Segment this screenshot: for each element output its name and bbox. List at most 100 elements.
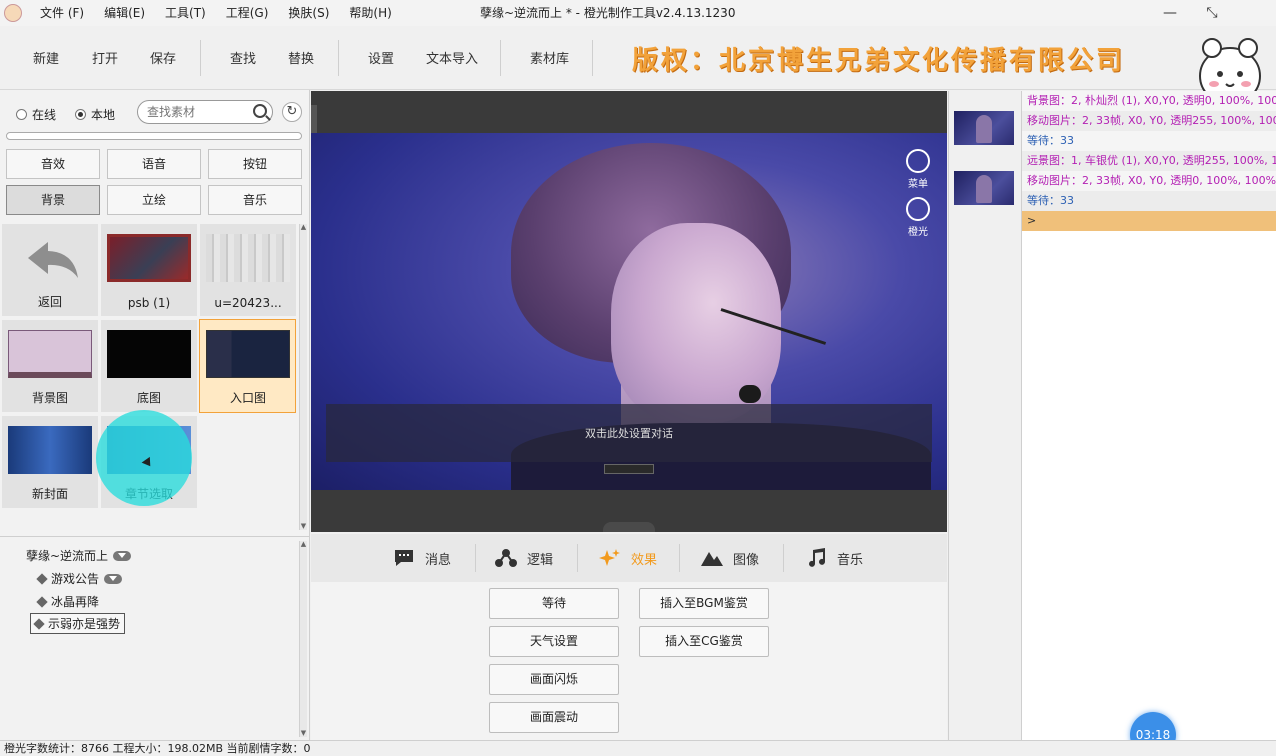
asset-thumb[interactable]: 底图: [101, 320, 197, 412]
eye-icon[interactable]: [604, 464, 654, 474]
collapse-icon[interactable]: [113, 550, 132, 561]
find-button[interactable]: 查找: [230, 48, 256, 67]
new-button[interactable]: 新建: [33, 48, 59, 67]
script-line[interactable]: 远景图：1, 车银优 (1), X0,Y0, 透明255, 100%, 100%: [1022, 151, 1276, 171]
thumb-image: [107, 234, 191, 282]
category-button[interactable]: 按钮: [208, 149, 302, 179]
command-tabs: 消息 逻辑 效果 图像 音乐: [311, 534, 947, 582]
status-bar: 橙光字数统计：8766 工程大小：198.02MB 当前剧情字数：0: [0, 740, 1276, 756]
stage-brand-button[interactable]: 橙光: [903, 197, 933, 238]
preview-stage[interactable]: 菜单 橙光 双击此处设置对话: [311, 91, 947, 532]
asset-thumb[interactable]: u=20423...: [200, 224, 296, 316]
local-radio-label: 本地: [91, 108, 116, 122]
menu-skin[interactable]: 换肤(S): [278, 0, 339, 26]
local-radio[interactable]: 本地: [75, 106, 115, 123]
asset-library-button[interactable]: 素材库: [530, 48, 569, 67]
scroll-down-icon[interactable]: ▼: [300, 730, 307, 737]
size-slider[interactable]: [6, 132, 302, 140]
scroll-up-icon[interactable]: ▲: [300, 224, 307, 231]
asset-scrollbar[interactable]: ▲ ▼: [299, 224, 307, 530]
category-portrait[interactable]: 立绘: [107, 185, 201, 215]
online-radio-label: 在线: [32, 108, 57, 122]
script-thumb[interactable]: [954, 111, 1014, 145]
replace-button[interactable]: 替换: [288, 48, 314, 67]
thumb-image: [107, 330, 191, 378]
menu-file[interactable]: 文件 (F): [30, 0, 94, 26]
asset-search: [137, 100, 273, 124]
scroll-down-icon[interactable]: ▼: [300, 523, 307, 530]
asset-thumb[interactable]: 新封面: [2, 416, 98, 508]
asset-thumb-selected[interactable]: 入口图: [199, 319, 296, 413]
thumb-label: 背景图: [31, 391, 68, 405]
stage-menu-button[interactable]: 菜单: [903, 149, 933, 190]
stage-brand-label: 橙光: [908, 227, 928, 238]
script-line[interactable]: 等待：33: [1022, 131, 1276, 151]
script-line[interactable]: 移动图片：2, 33帧, X0, Y0, 透明255, 100%, 100%: [1022, 111, 1276, 131]
thumb-image: [206, 234, 290, 282]
thumb-image: [8, 426, 92, 474]
weather-settings-button[interactable]: 天气设置: [489, 626, 619, 657]
tab-image[interactable]: 图像: [701, 548, 759, 568]
asset-thumb[interactable]: 背景图: [2, 320, 98, 412]
tab-divider: [475, 544, 476, 572]
message-icon: [395, 550, 413, 566]
tab-label: 消息: [425, 552, 452, 568]
menu-project[interactable]: 工程(G): [216, 0, 279, 26]
tree-item-selected[interactable]: 示弱亦是强势: [30, 613, 126, 634]
tab-divider: [783, 544, 784, 572]
script-line[interactable]: 背景图：2, 朴灿烈 (1), X0,Y0, 透明0, 100%, 100%: [1022, 91, 1276, 111]
wait-button[interactable]: 等待: [489, 588, 619, 619]
scroll-up-icon[interactable]: ▲: [300, 541, 307, 548]
category-music[interactable]: 音乐: [208, 185, 302, 215]
insert-bgm-gallery-button[interactable]: 插入至BGM鉴赏: [639, 588, 769, 619]
insert-cg-gallery-button[interactable]: 插入至CG鉴赏: [639, 626, 769, 657]
asset-thumb-back[interactable]: 返回: [2, 224, 98, 316]
tab-effect[interactable]: 效果: [599, 548, 657, 568]
fullscreen-icon[interactable]: ⤡: [1192, 0, 1232, 26]
text-import-button[interactable]: 文本导入: [426, 48, 478, 67]
screen-shake-button[interactable]: 画面震动: [489, 702, 619, 733]
category-background[interactable]: 背景: [6, 185, 100, 215]
toolbar-divider: [500, 40, 501, 76]
search-input[interactable]: [147, 101, 251, 123]
menu-tools[interactable]: 工具(T): [155, 0, 216, 26]
logic-icon: [495, 549, 517, 567]
screen-flash-button[interactable]: 画面闪烁: [489, 664, 619, 695]
tree-item-label: 冰晶再降: [51, 595, 100, 609]
script-thumb[interactable]: [954, 171, 1014, 205]
tab-label: 音乐: [837, 552, 864, 568]
save-button[interactable]: 保存: [150, 48, 176, 67]
search-icon[interactable]: [253, 104, 267, 118]
menu-edit[interactable]: 编辑(E): [94, 0, 155, 26]
thumb-label: 入口图: [229, 391, 266, 405]
tree-item[interactable]: 游戏公告: [36, 570, 123, 587]
script-insert-line[interactable]: >: [1022, 211, 1276, 231]
tab-message[interactable]: 消息: [393, 548, 451, 568]
collapse-tab-icon[interactable]: [603, 522, 655, 532]
category-sfx[interactable]: 音效: [6, 149, 100, 179]
refresh-icon[interactable]: ↻: [282, 102, 302, 122]
settings-button[interactable]: 设置: [368, 48, 394, 67]
tree-scrollbar[interactable]: ▲ ▼: [299, 541, 307, 737]
tree-item[interactable]: 冰晶再降: [36, 593, 100, 610]
stage-menu-label: 菜单: [908, 179, 928, 190]
open-button[interactable]: 打开: [92, 48, 118, 67]
script-line[interactable]: 移动图片：2, 33帧, X0, Y0, 透明0, 100%, 100%: [1022, 171, 1276, 191]
menu-help[interactable]: 帮助(H): [339, 0, 401, 26]
asset-panel: 在线 本地 ↻ 音效 语音 按钮 背景 立绘 音乐 返回 psb (1): [0, 90, 310, 740]
dialog-hint: 双击此处设置对话: [585, 427, 673, 440]
tab-music[interactable]: 音乐: [805, 548, 863, 568]
dialog-box[interactable]: 双击此处设置对话: [326, 404, 932, 462]
collapse-icon[interactable]: [104, 573, 123, 584]
online-radio[interactable]: 在线: [16, 106, 56, 123]
scene-mic-head: [739, 385, 761, 403]
script-line[interactable]: 等待：33: [1022, 191, 1276, 211]
minimize-icon[interactable]: —: [1150, 0, 1190, 26]
asset-thumb[interactable]: psb (1): [101, 224, 197, 316]
tree-root-label: 孽缘~逆流而上: [26, 549, 109, 563]
orange-light-icon: [906, 197, 930, 221]
category-voice[interactable]: 语音: [107, 149, 201, 179]
tab-logic[interactable]: 逻辑: [495, 548, 553, 568]
tree-item-label: 游戏公告: [51, 572, 100, 586]
tree-root[interactable]: 孽缘~逆流而上: [26, 547, 132, 564]
